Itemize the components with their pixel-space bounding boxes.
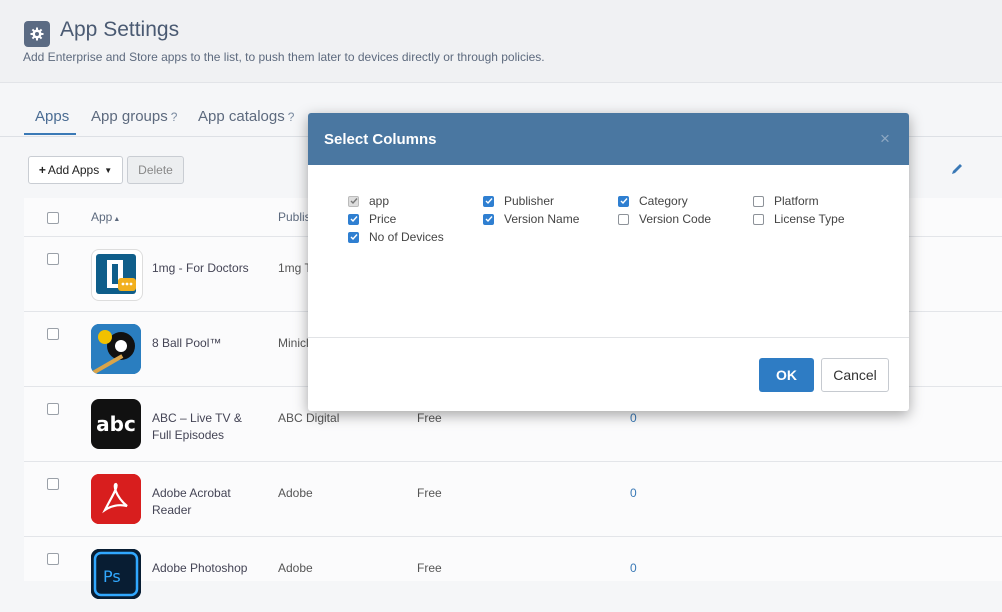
edit-columns-pencil-icon[interactable] [950,162,964,176]
1mg-icon [91,249,143,301]
app-publisher: ABC Digital [278,411,340,425]
tab-app-groups[interactable]: App groups? [91,108,177,125]
cancel-button[interactable]: Cancel [821,358,889,392]
page-subtitle: Add Enterprise and Store apps to the lis… [23,50,545,64]
dialog-header: Select Columns × [308,113,909,165]
app-price: Free [417,411,442,425]
row-checkbox[interactable] [47,553,59,565]
checkbox-version-code[interactable] [618,213,629,225]
app-publisher: Adobe [278,561,313,575]
select-all-checkbox[interactable] [47,212,59,224]
option-label: app [369,194,390,208]
option-label: Price [369,212,397,226]
add-apps-label: Add Apps [47,163,100,177]
option-label: Version Name [504,212,580,226]
column-option-app[interactable]: app [348,194,389,208]
app-name[interactable]: 8 Ball Pool™ [152,335,257,352]
column-option-no-of-devices[interactable]: No of Devices [348,230,444,244]
option-label: Publisher [504,194,555,208]
column-option-license-type[interactable]: License Type [753,212,845,226]
checkbox-price[interactable] [348,213,359,225]
svg-text:Ps: Ps [103,567,121,586]
row-checkbox[interactable] [47,478,59,490]
app-name[interactable]: Adobe Photoshop [152,560,257,577]
option-label: Version Code [639,212,712,226]
row-checkbox[interactable] [47,328,59,340]
select-columns-dialog: Select Columns × app Publisher Category … [308,113,909,411]
app-device-count[interactable]: 0 [630,410,637,427]
app-name[interactable]: ABC – Live TV & Full Episodes [152,410,257,444]
checkbox-no-of-devices[interactable] [348,231,359,243]
8-ball-pool-icon [91,324,141,374]
app-device-count[interactable]: 0 [630,560,637,577]
option-label: License Type [774,212,845,226]
column-header-publisher[interactable]: Publis [278,210,311,224]
app-device-count[interactable]: 0 [630,485,637,502]
adobe-acrobat-icon [91,474,141,524]
help-icon[interactable]: ? [171,110,178,124]
checkbox-app[interactable] [348,195,359,207]
dialog-title: Select Columns [324,131,437,148]
column-option-platform[interactable]: Platform [753,194,819,208]
tab-app-groups-label: App groups [91,108,168,125]
option-label: Platform [774,194,819,208]
column-option-version-name[interactable]: Version Name [483,212,579,226]
app-publisher: 1mg T [278,261,312,275]
column-option-category[interactable]: Category [618,194,688,208]
gear-icon [24,21,50,47]
option-label: Category [639,194,688,208]
delete-button[interactable]: Delete [127,156,184,184]
checkbox-version-name[interactable] [483,213,494,225]
app-price: Free [417,561,442,575]
tab-apps[interactable]: Apps [35,108,69,125]
delete-label: Delete [138,163,173,177]
option-label: No of Devices [369,230,444,244]
checkbox-category[interactable] [618,195,629,207]
row-checkbox[interactable] [47,403,59,415]
page-header: App Settings Add Enterprise and Store ap… [0,0,1002,83]
column-option-version-code[interactable]: Version Code [618,212,711,226]
checkbox-platform[interactable] [753,195,764,207]
add-apps-button[interactable]: + Add Apps ▼ [28,156,123,184]
app-name[interactable]: 1mg - For Doctors [152,260,257,277]
app-price: Free [417,486,442,500]
tab-app-catalogs[interactable]: App catalogs? [198,108,294,125]
dialog-divider [308,337,909,338]
caret-down-icon: ▼ [104,165,113,175]
row-checkbox[interactable] [47,253,59,265]
checkbox-publisher[interactable] [483,195,494,207]
active-tab-indicator [24,133,76,135]
column-header-app[interactable]: App▲ [91,210,120,224]
tab-apps-label: Apps [35,108,70,125]
sort-asc-icon: ▲ [113,216,121,223]
column-option-price[interactable]: Price [348,212,396,226]
checkbox-license-type[interactable] [753,213,764,225]
table-row[interactable]: Adobe Acrobat Reader Adobe Free 0 [24,461,1002,537]
close-icon[interactable]: × [880,129,890,149]
plus-icon: + [38,163,46,177]
app-name[interactable]: Adobe Acrobat Reader [152,485,257,519]
page-title: App Settings [60,18,180,41]
column-option-publisher[interactable]: Publisher [483,194,554,208]
table-row[interactable]: Ps Adobe Photoshop Adobe Free 0 [24,536,1002,612]
ok-button[interactable]: OK [759,358,814,392]
adobe-photoshop-icon: Ps [91,549,141,599]
tab-app-catalogs-label: App catalogs [198,108,285,125]
abc-icon: abc [91,399,141,449]
app-publisher: Adobe [278,486,313,500]
app-publisher: Minicl [278,336,309,350]
column-header-app-label: App [91,210,113,224]
help-icon[interactable]: ? [288,110,295,124]
